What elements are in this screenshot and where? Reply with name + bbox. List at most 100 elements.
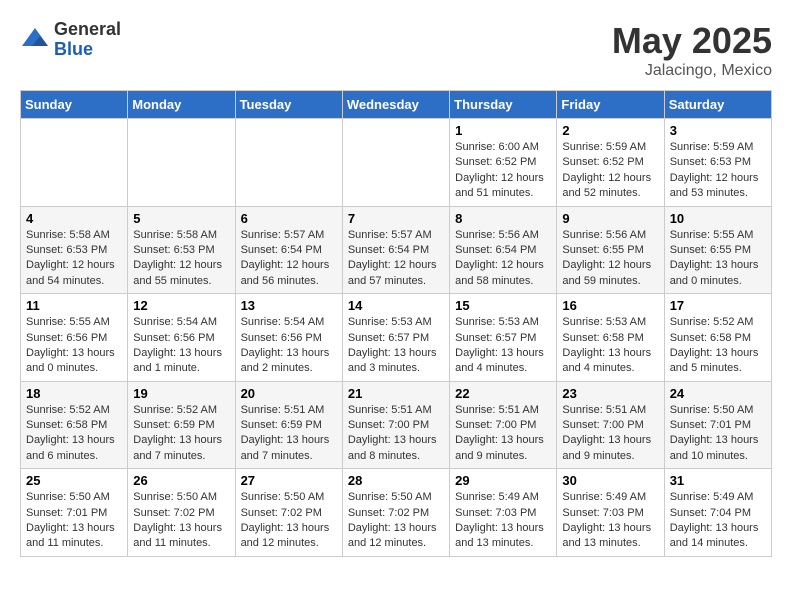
day-info: Sunrise: 5:51 AM Sunset: 7:00 PM Dayligh… xyxy=(348,403,444,465)
day-info: Sunrise: 5:49 AM Sunset: 7:03 PM Dayligh… xyxy=(455,490,551,552)
day-info: Sunrise: 5:50 AM Sunset: 7:02 PM Dayligh… xyxy=(348,490,444,552)
calendar-day-cell: 3Sunrise: 5:59 AM Sunset: 6:53 PM Daylig… xyxy=(664,119,771,207)
calendar-day-header: Wednesday xyxy=(342,91,449,119)
day-number: 17 xyxy=(670,298,766,313)
calendar-day-cell: 1 Sunrise: 6:00 AM Sunset: 6:52 PM Daylig… xyxy=(450,119,557,207)
calendar-day-cell: 15 Sunrise: 5:53 AM Sunset: 6:57 PM Dayli… xyxy=(450,294,557,382)
calendar-day-cell: 7Sunrise: 5:57 AM Sunset: 6:54 PM Daylig… xyxy=(342,206,449,294)
day-info: Sunrise: 5:52 AM Sunset: 6:58 PM Dayligh… xyxy=(26,403,122,465)
day-info: Sunrise: 5:52 AM Sunset: 6:58 PM Dayligh… xyxy=(670,315,766,377)
day-number: 9 xyxy=(562,211,658,226)
day-number: 8 xyxy=(455,211,551,226)
day-info: Sunrise: 5:55 AM Sunset: 6:55 PM Dayligh… xyxy=(670,228,766,290)
calendar-week-row: 25 Sunrise: 5:50 AM Sunset: 7:01 PM Dayli… xyxy=(21,469,772,557)
location: Jalacingo, Mexico xyxy=(612,62,772,80)
day-info: Sunrise: 5:51 AM Sunset: 7:00 PM Dayligh… xyxy=(562,403,658,465)
calendar-day-header: Friday xyxy=(557,91,664,119)
day-number: 4 xyxy=(26,211,122,226)
calendar-day-cell: 25 Sunrise: 5:50 AM Sunset: 7:01 PM Dayli… xyxy=(21,469,128,557)
day-number: 29 xyxy=(455,473,551,488)
day-number: 3 xyxy=(670,123,766,138)
calendar-day-cell: 20 Sunrise: 5:51 AM Sunset: 6:59 PM Dayli… xyxy=(235,381,342,469)
day-number: 24 xyxy=(670,386,766,401)
logo-blue-text: Blue xyxy=(54,40,121,60)
logo-icon xyxy=(20,26,50,54)
day-number: 25 xyxy=(26,473,122,488)
day-info: Sunrise: 5:49 AM Sunset: 7:03 PM Dayligh… xyxy=(562,490,658,552)
day-number: 27 xyxy=(241,473,337,488)
title-block: May 2025 Jalacingo, Mexico xyxy=(612,20,772,80)
day-number: 6 xyxy=(241,211,337,226)
month-title: May 2025 xyxy=(612,20,772,62)
day-number: 30 xyxy=(562,473,658,488)
day-info: Sunrise: 5:53 AM Sunset: 6:57 PM Dayligh… xyxy=(455,315,551,377)
day-info: Sunrise: 5:56 AM Sunset: 6:55 PM Dayligh… xyxy=(562,228,658,290)
calendar-day-cell: 23 Sunrise: 5:51 AM Sunset: 7:00 PM Dayli… xyxy=(557,381,664,469)
day-number: 23 xyxy=(562,386,658,401)
day-number: 5 xyxy=(133,211,229,226)
day-number: 31 xyxy=(670,473,766,488)
logo: General Blue xyxy=(20,20,121,60)
day-number: 19 xyxy=(133,386,229,401)
day-info: Sunrise: 5:57 AM Sunset: 6:54 PM Dayligh… xyxy=(348,228,444,290)
calendar-day-cell xyxy=(235,119,342,207)
calendar-day-cell: 29 Sunrise: 5:49 AM Sunset: 7:03 PM Dayli… xyxy=(450,469,557,557)
calendar-day-cell: 26 Sunrise: 5:50 AM Sunset: 7:02 PM Dayli… xyxy=(128,469,235,557)
day-number: 26 xyxy=(133,473,229,488)
calendar-day-cell: 14Sunrise: 5:53 AM Sunset: 6:57 PM Dayli… xyxy=(342,294,449,382)
calendar-day-cell: 8 Sunrise: 5:56 AM Sunset: 6:54 PM Daylig… xyxy=(450,206,557,294)
day-info: Sunrise: 5:51 AM Sunset: 6:59 PM Dayligh… xyxy=(241,403,337,465)
page-header: General Blue May 2025 Jalacingo, Mexico xyxy=(20,20,772,80)
calendar-day-cell: 4 Sunrise: 5:58 AM Sunset: 6:53 PM Daylig… xyxy=(21,206,128,294)
calendar-day-cell: 30 Sunrise: 5:49 AM Sunset: 7:03 PM Dayli… xyxy=(557,469,664,557)
calendar-day-cell: 6 Sunrise: 5:57 AM Sunset: 6:54 PM Daylig… xyxy=(235,206,342,294)
calendar-day-cell: 16Sunrise: 5:53 AM Sunset: 6:58 PM Dayli… xyxy=(557,294,664,382)
day-number: 20 xyxy=(241,386,337,401)
calendar-day-cell: 18 Sunrise: 5:52 AM Sunset: 6:58 PM Dayli… xyxy=(21,381,128,469)
calendar-day-cell: 24 Sunrise: 5:50 AM Sunset: 7:01 PM Dayli… xyxy=(664,381,771,469)
day-number: 2 xyxy=(562,123,658,138)
day-number: 18 xyxy=(26,386,122,401)
calendar-week-row: 1 Sunrise: 6:00 AM Sunset: 6:52 PM Daylig… xyxy=(21,119,772,207)
calendar-day-cell: 27 Sunrise: 5:50 AM Sunset: 7:02 PM Dayli… xyxy=(235,469,342,557)
day-info: Sunrise: 5:49 AM Sunset: 7:04 PM Dayligh… xyxy=(670,490,766,552)
day-info: Sunrise: 5:50 AM Sunset: 7:02 PM Dayligh… xyxy=(133,490,229,552)
day-info: Sunrise: 5:50 AM Sunset: 7:02 PM Dayligh… xyxy=(241,490,337,552)
calendar-day-cell: 5 Sunrise: 5:58 AM Sunset: 6:53 PM Daylig… xyxy=(128,206,235,294)
calendar-day-header: Tuesday xyxy=(235,91,342,119)
day-info: Sunrise: 5:54 AM Sunset: 6:56 PM Dayligh… xyxy=(241,315,337,377)
day-number: 15 xyxy=(455,298,551,313)
calendar-day-cell: 17 Sunrise: 5:52 AM Sunset: 6:58 PM Dayli… xyxy=(664,294,771,382)
day-number: 12 xyxy=(133,298,229,313)
day-number: 10 xyxy=(670,211,766,226)
day-info: Sunrise: 5:57 AM Sunset: 6:54 PM Dayligh… xyxy=(241,228,337,290)
logo-general-text: General xyxy=(54,20,121,40)
day-info: Sunrise: 5:59 AM Sunset: 6:52 PM Dayligh… xyxy=(562,140,658,202)
day-info: Sunrise: 6:00 AM Sunset: 6:52 PM Dayligh… xyxy=(455,140,551,202)
day-info: Sunrise: 5:58 AM Sunset: 6:53 PM Dayligh… xyxy=(26,228,122,290)
day-info: Sunrise: 5:58 AM Sunset: 6:53 PM Dayligh… xyxy=(133,228,229,290)
calendar-day-cell: 12Sunrise: 5:54 AM Sunset: 6:56 PM Dayli… xyxy=(128,294,235,382)
calendar-week-row: 4 Sunrise: 5:58 AM Sunset: 6:53 PM Daylig… xyxy=(21,206,772,294)
calendar-day-cell xyxy=(342,119,449,207)
calendar-day-header: Monday xyxy=(128,91,235,119)
calendar-day-header: Sunday xyxy=(21,91,128,119)
day-number: 13 xyxy=(241,298,337,313)
calendar-week-row: 18 Sunrise: 5:52 AM Sunset: 6:58 PM Dayli… xyxy=(21,381,772,469)
calendar-day-cell: 19Sunrise: 5:52 AM Sunset: 6:59 PM Dayli… xyxy=(128,381,235,469)
day-info: Sunrise: 5:50 AM Sunset: 7:01 PM Dayligh… xyxy=(670,403,766,465)
day-number: 1 xyxy=(455,123,551,138)
day-info: Sunrise: 5:56 AM Sunset: 6:54 PM Dayligh… xyxy=(455,228,551,290)
day-info: Sunrise: 5:50 AM Sunset: 7:01 PM Dayligh… xyxy=(26,490,122,552)
calendar-day-cell: 13 Sunrise: 5:54 AM Sunset: 6:56 PM Dayli… xyxy=(235,294,342,382)
day-info: Sunrise: 5:51 AM Sunset: 7:00 PM Dayligh… xyxy=(455,403,551,465)
calendar-day-cell: 9 Sunrise: 5:56 AM Sunset: 6:55 PM Daylig… xyxy=(557,206,664,294)
calendar-day-cell: 21 Sunrise: 5:51 AM Sunset: 7:00 PM Dayli… xyxy=(342,381,449,469)
day-number: 22 xyxy=(455,386,551,401)
day-number: 21 xyxy=(348,386,444,401)
calendar-header-row: SundayMondayTuesdayWednesdayThursdayFrid… xyxy=(21,91,772,119)
calendar-day-cell: 31 Sunrise: 5:49 AM Sunset: 7:04 PM Dayli… xyxy=(664,469,771,557)
day-info: Sunrise: 5:53 AM Sunset: 6:58 PM Dayligh… xyxy=(562,315,658,377)
calendar-day-cell xyxy=(21,119,128,207)
calendar-day-cell: 22 Sunrise: 5:51 AM Sunset: 7:00 PM Dayli… xyxy=(450,381,557,469)
